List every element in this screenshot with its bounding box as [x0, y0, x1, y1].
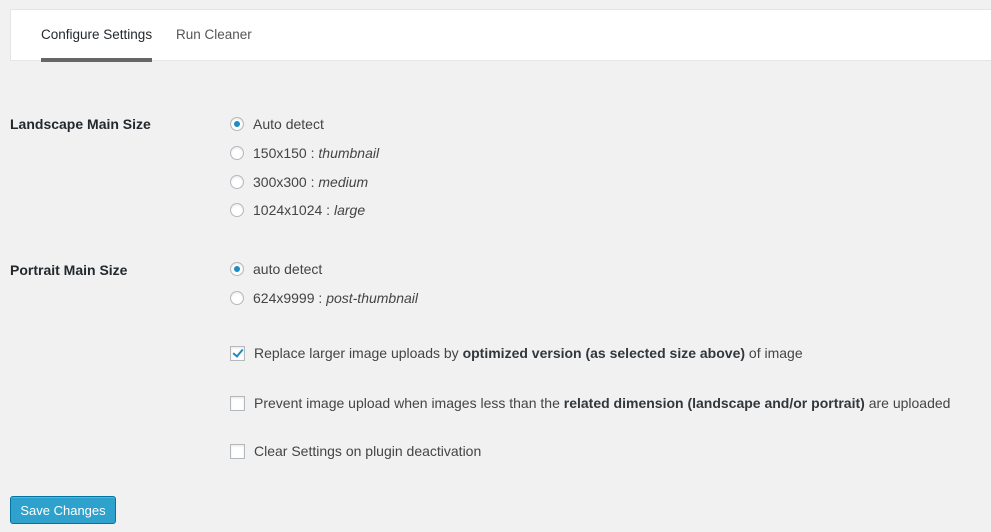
- tab-configure-settings[interactable]: Configure Settings: [41, 27, 153, 62]
- checkbox-label: Prevent image upload when images less th…: [254, 395, 560, 411]
- option-label: 150x150 :: [253, 145, 315, 161]
- landscape-option-medium[interactable]: 300x300 : medium: [230, 172, 368, 192]
- checkbox-label-bold: optimized version (as selected size abov…: [462, 345, 746, 361]
- checkbox[interactable]: [230, 395, 245, 411]
- checkbox[interactable]: [230, 443, 245, 459]
- option-label: auto detect: [253, 261, 323, 277]
- portrait-option-auto[interactable]: auto detect: [230, 259, 322, 279]
- portrait-main-size-label: Portrait Main Size: [10, 262, 128, 278]
- option-size-name: thumbnail: [318, 145, 380, 161]
- radio-button[interactable]: [230, 117, 244, 131]
- radio-button[interactable]: [230, 262, 244, 276]
- radio-button[interactable]: [230, 203, 244, 217]
- landscape-option-thumbnail[interactable]: 150x150 : thumbnail: [230, 143, 379, 163]
- portrait-option-post-thumbnail[interactable]: 624x9999 : post-thumbnail: [230, 288, 418, 308]
- checkbox-label: Replace larger image uploads by: [254, 345, 459, 361]
- radio-button[interactable]: [230, 291, 244, 305]
- tab-bar: Configure Settings Run Cleaner: [10, 9, 991, 62]
- option-label: 1024x1024 :: [253, 202, 331, 218]
- checkbox-label-end: are uploaded: [864, 395, 951, 411]
- checkbox[interactable]: [230, 345, 245, 361]
- tab-run-cleaner[interactable]: Run Cleaner: [176, 27, 252, 42]
- landscape-option-large[interactable]: 1024x1024 : large: [230, 200, 365, 220]
- checkbox-label-bold: related dimension (landscape and/or port…: [563, 395, 865, 411]
- clear-settings-checkbox-row[interactable]: Clear Settings on plugin deactivation: [230, 441, 481, 461]
- option-label: 300x300 :: [253, 174, 315, 190]
- option-label: Auto detect: [253, 116, 324, 132]
- landscape-main-size-label: Landscape Main Size: [10, 116, 151, 132]
- prevent-upload-checkbox-row[interactable]: Prevent image upload when images less th…: [230, 393, 950, 413]
- radio-button[interactable]: [230, 146, 244, 160]
- option-label: 624x9999 :: [253, 290, 323, 306]
- option-size-name: medium: [318, 174, 369, 190]
- landscape-option-auto[interactable]: Auto detect: [230, 114, 324, 134]
- replace-larger-uploads-checkbox-row[interactable]: Replace larger image uploads by optimize…: [230, 343, 803, 363]
- checkbox-label: Clear Settings on plugin deactivation: [254, 443, 482, 459]
- save-changes-button[interactable]: Save Changes: [10, 496, 116, 524]
- checkbox-label-end: of image: [745, 345, 803, 361]
- option-size-name: post-thumbnail: [326, 290, 419, 306]
- option-size-name: large: [333, 202, 366, 218]
- radio-button[interactable]: [230, 175, 244, 189]
